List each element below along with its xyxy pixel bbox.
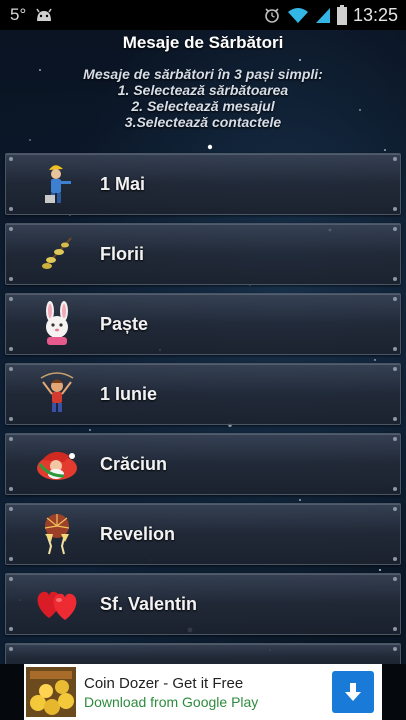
status-bar: 5° 13:25 xyxy=(0,0,406,30)
wifi-icon xyxy=(287,8,308,23)
holiday-label: Crăciun xyxy=(100,453,168,474)
instructions: Mesaje de sărbători în 3 pași simpli: 1.… xyxy=(0,66,406,130)
download-arrow-icon xyxy=(345,683,361,701)
ad-title: Coin Dozer - Get it Free xyxy=(84,674,244,692)
battery-icon xyxy=(336,5,347,25)
holiday-item-revelion[interactable]: Revelion xyxy=(5,503,401,565)
ad-subtitle: Download from Google Play xyxy=(84,693,259,710)
worker-icon xyxy=(32,159,82,209)
hearts-icon xyxy=(32,579,82,629)
instructions-step-1: 1. Selectează sărbătoarea xyxy=(117,82,289,98)
holiday-item-craciun[interactable]: Crăciun xyxy=(5,433,401,495)
download-button[interactable] xyxy=(332,671,374,713)
holiday-item-1-iunie[interactable]: 1 Iunie xyxy=(5,363,401,425)
instructions-heading: Mesaje de sărbători în 3 pași simpli: xyxy=(83,66,323,82)
willow-branch-icon xyxy=(32,229,82,279)
ad-banner[interactable]: Coin Dozer - Get it Free Download from G… xyxy=(24,664,382,720)
bunny-icon xyxy=(32,299,82,349)
champagne-icon xyxy=(32,509,82,559)
holiday-item-paste[interactable]: Paște xyxy=(5,293,401,355)
page-title: Mesaje de Sărbători xyxy=(122,33,284,52)
holiday-list: 1 Mai Florii Paște 1 Iunie Crăciun Revel… xyxy=(5,153,401,673)
child-icon xyxy=(32,369,82,419)
holiday-label: 1 Iunie xyxy=(100,383,158,404)
santa-icon xyxy=(32,439,82,489)
coin-dozer-thumbnail xyxy=(26,667,76,717)
signal-icon xyxy=(315,8,330,23)
clock: 13:25 xyxy=(352,4,398,25)
instructions-step-2: 2. Selectează mesajul xyxy=(131,98,275,114)
ad-margin-left xyxy=(0,664,24,720)
ad-margin-right xyxy=(382,664,406,720)
holiday-item-sf-valentin[interactable]: Sf. Valentin xyxy=(5,573,401,635)
holiday-item-1-mai[interactable]: 1 Mai xyxy=(5,153,401,215)
android-icon xyxy=(36,8,52,21)
holiday-item-florii[interactable]: Florii xyxy=(5,223,401,285)
holiday-label: Florii xyxy=(100,243,144,264)
holiday-label: Revelion xyxy=(100,523,176,544)
holiday-label: Paște xyxy=(100,313,149,334)
alarm-icon xyxy=(265,8,279,23)
holiday-label: Sf. Valentin xyxy=(100,593,198,614)
temperature-indicator: 5° xyxy=(10,5,27,24)
holiday-label: 1 Mai xyxy=(100,173,146,194)
instructions-step-3: 3.Selectează contactele xyxy=(124,114,282,130)
